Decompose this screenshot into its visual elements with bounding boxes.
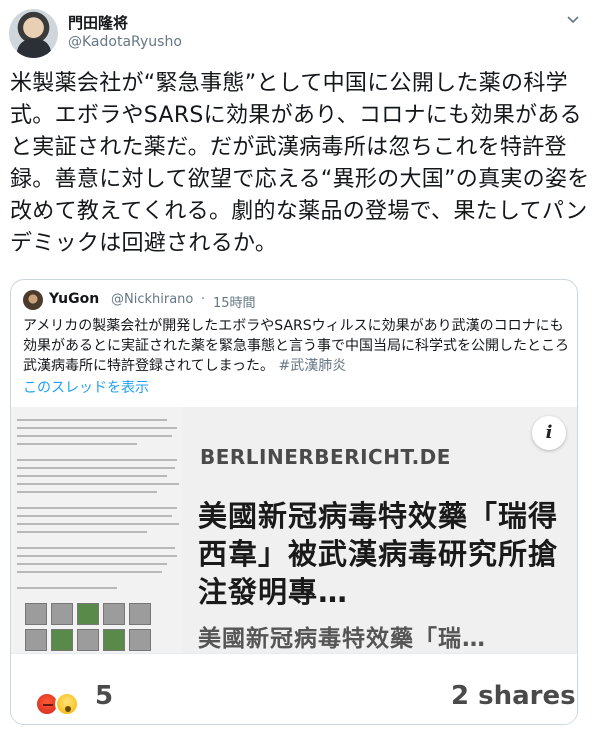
show-thread-link[interactable]: このスレッドを表示: [23, 377, 149, 397]
quoted-author-avatar[interactable]: [23, 290, 43, 310]
quoted-timestamp[interactable]: 15時間: [213, 292, 256, 311]
tweet-header: 門田隆将 @KadotaRyusho: [0, 0, 604, 66]
quoted-author-name[interactable]: YuGon: [49, 291, 99, 307]
quoted-tweet[interactable]: YuGon @Nickhirano · 15時間 アメリカの製薬会社が開発したエ…: [10, 279, 578, 725]
quoted-hashtag[interactable]: #武漢肺炎: [278, 358, 346, 374]
share-count: 2 shares: [451, 681, 576, 711]
article-headline: 美國新冠病毒特效藥「瑞得西韋」被武漢病毒研究所搶注發明專…: [198, 499, 559, 609]
info-icon[interactable]: i: [532, 416, 566, 450]
figure-grid: [25, 603, 175, 653]
article-preview: BERLINERBERICHT.DE 美國新冠病毒特效藥「瑞得西韋」被武漢病毒研…: [182, 407, 577, 653]
wow-emoji-icon: [55, 692, 79, 716]
link-card[interactable]: BERLINERBERICHT.DE 美國新冠病毒特效藥「瑞得西韋」被武漢病毒研…: [11, 407, 577, 724]
article-site: BERLINERBERICHT.DE: [200, 445, 451, 469]
quoted-author-handle[interactable]: @Nickhirano: [111, 292, 193, 307]
article-subtitle: 美國新冠病毒特效藥「瑞…: [198, 626, 486, 652]
author-handle[interactable]: @KadotaRyusho: [68, 34, 182, 50]
chevron-down-icon[interactable]: [563, 12, 583, 32]
reaction-count: 5: [95, 681, 114, 711]
quoted-separator: ·: [201, 292, 206, 307]
author-avatar[interactable]: [9, 9, 58, 58]
author-display-name[interactable]: 門田隆将: [68, 12, 128, 33]
tweet-text: 米製薬会社が“緊急事態”として中国に公開した薬の科学式。エボラやSARSに効果が…: [10, 71, 590, 256]
document-thumbnail: [11, 407, 182, 653]
quoted-tweet-text: アメリカの製薬会社が開発したエボラやSARSウィルスに効果があり武漢のコロナにも…: [23, 316, 571, 376]
